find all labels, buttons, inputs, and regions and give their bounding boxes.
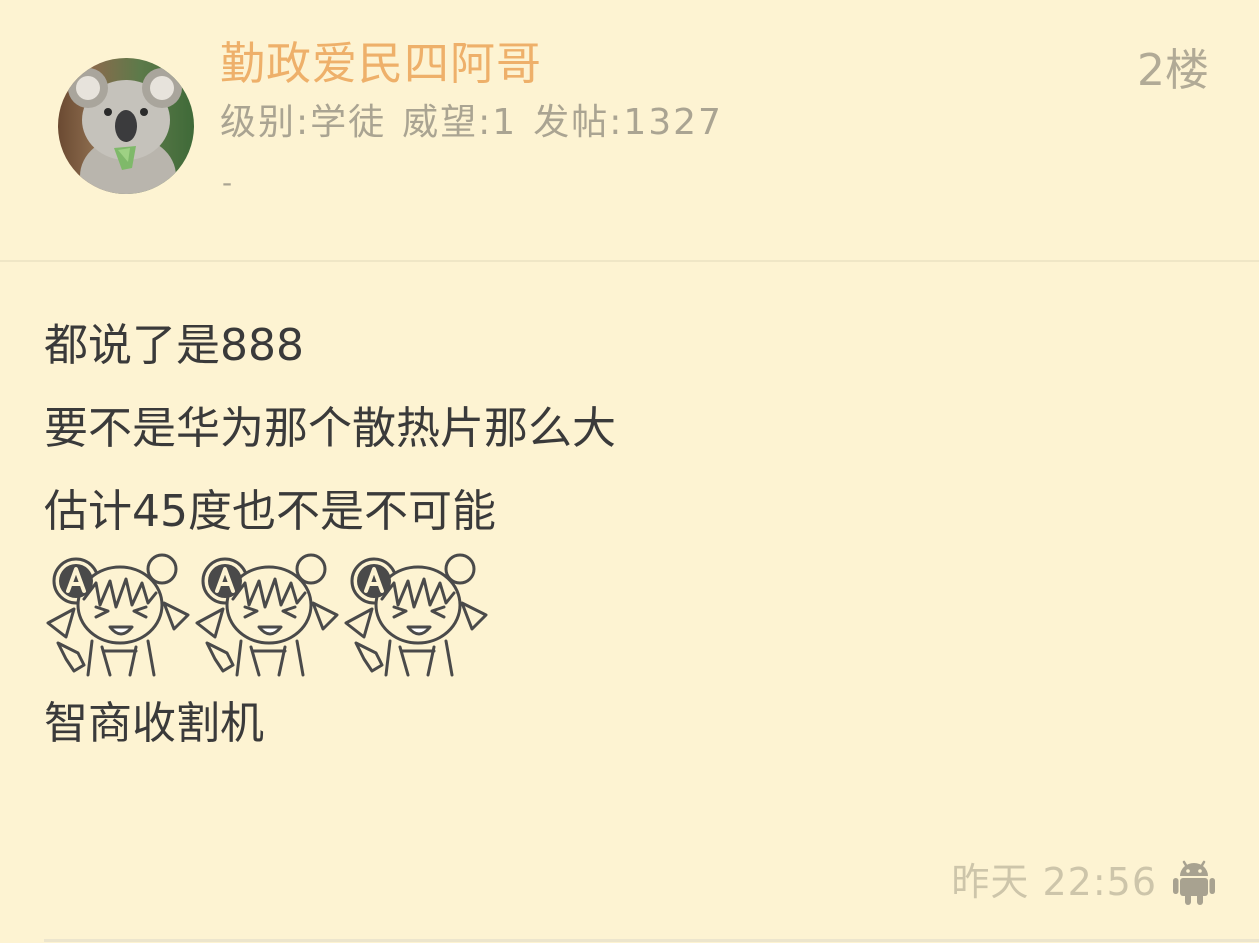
anime-girl-laughing-sticker-icon[interactable] bbox=[193, 547, 339, 677]
post-header: 勤政爱民四阿哥 级别:学徒 威望:1 发帖:1327 - 2楼 bbox=[0, 0, 1259, 262]
floor-number: 2楼 bbox=[1137, 45, 1209, 96]
content-line: 要不是华为那个散热片那么大 bbox=[44, 403, 616, 454]
content-line: 都说了是888 bbox=[44, 320, 304, 371]
koala-avatar-icon bbox=[58, 58, 194, 194]
user-post-count: 发帖:1327 bbox=[533, 102, 723, 143]
user-level: 级别:学徒 bbox=[220, 102, 387, 143]
user-signature: - bbox=[222, 166, 233, 199]
post-time: 昨天 22:56 bbox=[951, 860, 1157, 904]
post-content: 都说了是888 要不是华为那个散热片那么大 估计45度也不是不可能 智商收割机 bbox=[44, 316, 1214, 777]
user-meta: 级别:学徒 威望:1 发帖:1327 bbox=[220, 100, 723, 146]
post-page: 勤政爱民四阿哥 级别:学徒 威望:1 发帖:1327 - 2楼 都说了是888 要不… bbox=[0, 0, 1259, 943]
android-icon bbox=[1173, 860, 1215, 905]
username[interactable]: 勤政爱民四阿哥 bbox=[220, 36, 542, 92]
anime-girl-laughing-sticker-icon[interactable] bbox=[342, 547, 488, 677]
post-footer: 昨天 22:56 bbox=[951, 856, 1215, 908]
anime-girl-laughing-sticker-icon[interactable] bbox=[44, 547, 190, 677]
bottom-divider bbox=[44, 939, 1259, 942]
content-line: 智商收割机 bbox=[44, 698, 264, 749]
user-avatar[interactable] bbox=[58, 58, 194, 194]
sticker-row bbox=[44, 547, 1214, 682]
content-line: 估计45度也不是不可能 bbox=[44, 486, 496, 537]
user-prestige: 威望:1 bbox=[402, 102, 518, 143]
